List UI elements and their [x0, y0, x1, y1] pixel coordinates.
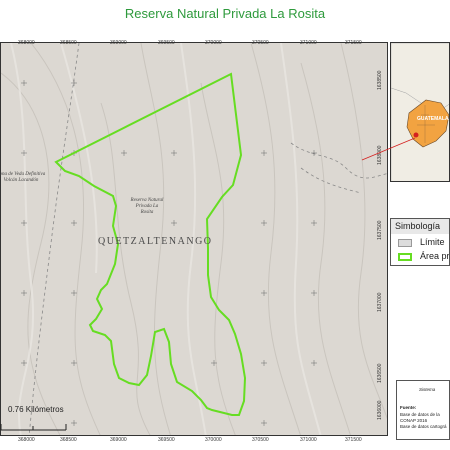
- x-tick-bottom-label: 371500: [345, 437, 362, 443]
- legend-label-area: Área pr: [420, 251, 450, 261]
- info-header: Sistema: [419, 387, 436, 392]
- scale-graphic: [0, 424, 67, 431]
- y-tick-label: 1636000: [377, 400, 383, 420]
- info-line-2: CONAP 2016: [400, 418, 428, 423]
- info-line-3: Base de datos cartográ: [400, 424, 447, 429]
- x-tick-top-label: 371500: [345, 40, 362, 46]
- x-tick-top-label: 370000: [205, 40, 222, 46]
- legend: Simbología Límite Área pr: [390, 218, 450, 266]
- info-source-label: Fuente:: [400, 405, 417, 410]
- x-tick-bottom-label: 371000: [300, 437, 317, 443]
- map-title: Reserva Natural Privada La Rosita: [124, 6, 326, 21]
- x-tick-bottom-label: 370000: [205, 437, 222, 443]
- scale-label: 0.76 Kilómetros: [8, 405, 64, 414]
- x-tick-top-label: 368000: [18, 40, 35, 46]
- inset-country-label: GUATEMALA: [417, 116, 449, 122]
- y-tick-label: 1636500: [377, 363, 383, 383]
- legend-swatch-area: [398, 253, 412, 261]
- scale-bar: 0.76 Kilómetros: [0, 405, 70, 435]
- x-tick-top-label: 370500: [252, 40, 269, 46]
- x-tick-top-label: 369500: [158, 40, 175, 46]
- reserve-label: Reserva Natural Privada La Rosita: [130, 198, 164, 215]
- y-tick-label: 1638500: [377, 70, 383, 90]
- x-tick-bottom-label: 368000: [18, 437, 35, 443]
- x-tick-bottom-label: 368500: [60, 437, 77, 443]
- locator-leader-line: [361, 137, 416, 161]
- x-tick-top-label: 369000: [110, 40, 127, 46]
- legend-label-limit: Límite: [420, 237, 445, 247]
- x-tick-top-label: 368500: [60, 40, 77, 46]
- info-panel: Sistema Fuente: Base de datos de la CONA…: [396, 380, 450, 440]
- legend-title: Simbología: [391, 219, 449, 234]
- y-tick-label: 1637000: [377, 292, 383, 312]
- x-tick-top-label: 371000: [300, 40, 317, 46]
- zona-veda-label: Zona de Veda Definitiva Volcán Lacandón: [0, 172, 46, 183]
- y-tick-label: 1637500: [377, 220, 383, 240]
- x-tick-bottom-label: 370500: [252, 437, 269, 443]
- x-tick-bottom-label: 369500: [158, 437, 175, 443]
- x-tick-bottom-label: 369000: [110, 437, 127, 443]
- region-label: QUETZALTENANGO: [98, 236, 213, 247]
- legend-swatch-limit: [398, 239, 412, 247]
- info-line-1: Base de datos de la: [400, 412, 440, 417]
